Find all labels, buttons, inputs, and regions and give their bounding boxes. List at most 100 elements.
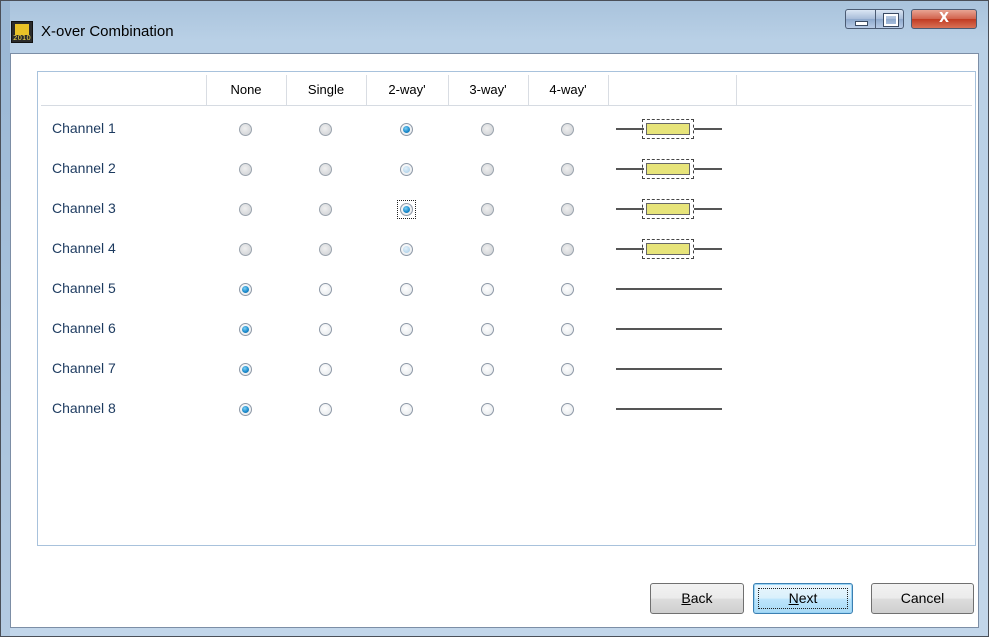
channel-mode-radio[interactable] xyxy=(319,123,332,136)
crossover-filter-fill xyxy=(646,163,690,175)
title-bar[interactable]: 2010 X-over Combination X xyxy=(1,1,988,53)
channel-mode-radio[interactable] xyxy=(481,243,494,256)
crossover-filter-fill xyxy=(646,243,690,255)
channel-grid-panel: None Single 2-way' 3-way' 4-way' Channel 1 Cha… xyxy=(37,71,976,546)
signal-wire-left xyxy=(616,128,644,130)
app-logo-icon: 2010 xyxy=(11,21,33,43)
channel-label: Channel 4 xyxy=(52,240,116,256)
channel-mode-radio[interactable] xyxy=(319,203,332,216)
channel-mode-radio[interactable] xyxy=(561,283,574,296)
column-header: 4-way' xyxy=(549,82,587,97)
channel-mode-radio[interactable] xyxy=(400,323,413,336)
maximize-button[interactable] xyxy=(875,9,904,29)
column-separator xyxy=(608,75,609,105)
channel-mode-radio[interactable] xyxy=(239,403,252,416)
column-header xyxy=(608,75,736,105)
column-header: Single xyxy=(307,82,345,97)
channel-label: Channel 2 xyxy=(52,160,116,176)
column-separator xyxy=(366,75,367,105)
column-header: 2-way' xyxy=(388,82,426,97)
channel-mode-radio[interactable] xyxy=(561,323,574,336)
channel-mode-radio[interactable] xyxy=(400,243,413,256)
column-separator xyxy=(286,75,287,105)
channel-mode-radio[interactable] xyxy=(400,403,413,416)
back-label: ack xyxy=(690,590,713,606)
channel-mode-radio[interactable] xyxy=(561,403,574,416)
next-focus-ring xyxy=(758,588,848,609)
column-separator xyxy=(528,75,529,105)
signal-wire-right xyxy=(694,128,722,130)
channel-mode-radio[interactable] xyxy=(561,363,574,376)
signal-line-icon xyxy=(616,288,722,290)
channel-mode-radio[interactable] xyxy=(481,203,494,216)
column-separator xyxy=(448,75,449,105)
channel-mode-radio[interactable] xyxy=(239,203,252,216)
channel-mode-radio[interactable] xyxy=(561,163,574,176)
channel-mode-radio[interactable] xyxy=(319,403,332,416)
channel-mode-radio[interactable] xyxy=(319,243,332,256)
channel-mode-radio[interactable] xyxy=(481,163,494,176)
channel-mode-radio[interactable] xyxy=(239,323,252,336)
channel-mode-radio[interactable] xyxy=(561,203,574,216)
crossover-filter-icon xyxy=(642,199,694,219)
crossover-filter-icon xyxy=(642,159,694,179)
channel-mode-radio[interactable] xyxy=(239,243,252,256)
signal-wire-left xyxy=(616,208,644,210)
signal-wire-right xyxy=(694,208,722,210)
cancel-button[interactable]: Cancel xyxy=(871,583,974,614)
channel-mode-radio[interactable] xyxy=(319,163,332,176)
channel-label: Channel 5 xyxy=(52,280,116,296)
crossover-filter-icon xyxy=(642,239,694,259)
signal-line-icon xyxy=(616,328,722,330)
channel-mode-radio[interactable] xyxy=(239,283,252,296)
window-title: X-over Combination xyxy=(41,23,174,40)
channel-mode-radio[interactable] xyxy=(400,163,413,176)
channel-mode-radio[interactable] xyxy=(239,123,252,136)
signal-wire-left xyxy=(616,248,644,250)
crossover-filter-icon xyxy=(642,119,694,139)
signal-line-icon xyxy=(616,408,722,410)
signal-wire-right xyxy=(694,168,722,170)
minimize-button[interactable] xyxy=(845,9,875,29)
channel-label: Channel 1 xyxy=(52,120,116,136)
signal-wire-right xyxy=(694,248,722,250)
maximize-icon xyxy=(876,10,903,28)
channel-mode-radio[interactable] xyxy=(239,163,252,176)
channel-label: Channel 3 xyxy=(52,200,116,216)
column-separator xyxy=(206,75,207,105)
channel-mode-radio[interactable] xyxy=(319,363,332,376)
channel-mode-radio[interactable] xyxy=(400,363,413,376)
channel-label: Channel 8 xyxy=(52,400,116,416)
back-mnemonic: B xyxy=(681,590,691,606)
channel-mode-radio[interactable] xyxy=(481,323,494,336)
dialog-client-area: None Single 2-way' 3-way' 4-way' Channel 1 Cha… xyxy=(10,53,979,628)
channel-mode-radio[interactable] xyxy=(481,403,494,416)
channel-mode-radio[interactable] xyxy=(319,323,332,336)
back-button[interactable]: Back xyxy=(650,583,744,614)
channel-mode-radio[interactable] xyxy=(400,123,413,136)
channel-mode-radio[interactable] xyxy=(239,363,252,376)
channel-mode-radio[interactable] xyxy=(481,363,494,376)
channel-mode-radio[interactable] xyxy=(561,123,574,136)
column-header: None xyxy=(230,82,262,97)
close-button[interactable]: X xyxy=(911,9,977,29)
crossover-filter-fill xyxy=(646,123,690,135)
channel-mode-radio[interactable] xyxy=(481,123,494,136)
channel-label: Channel 6 xyxy=(52,320,116,336)
column-header: 3-way' xyxy=(469,82,507,97)
minimize-icon xyxy=(846,10,875,28)
crossover-filter-fill xyxy=(646,203,690,215)
channel-label: Channel 7 xyxy=(52,360,116,376)
next-button[interactable]: Next xyxy=(753,583,853,614)
channel-mode-radio[interactable] xyxy=(561,243,574,256)
channel-mode-radio[interactable] xyxy=(400,283,413,296)
channel-mode-radio[interactable] xyxy=(319,283,332,296)
radio-focus-ring xyxy=(397,200,416,219)
channel-mode-radio[interactable] xyxy=(481,283,494,296)
signal-wire-left xyxy=(616,168,644,170)
column-separator xyxy=(736,75,737,105)
header-divider xyxy=(41,105,972,106)
signal-line-icon xyxy=(616,368,722,370)
logo-year: 2010 xyxy=(13,34,31,42)
dialog-window: 2010 X-over Combination X None Single 2-wa… xyxy=(0,0,989,637)
